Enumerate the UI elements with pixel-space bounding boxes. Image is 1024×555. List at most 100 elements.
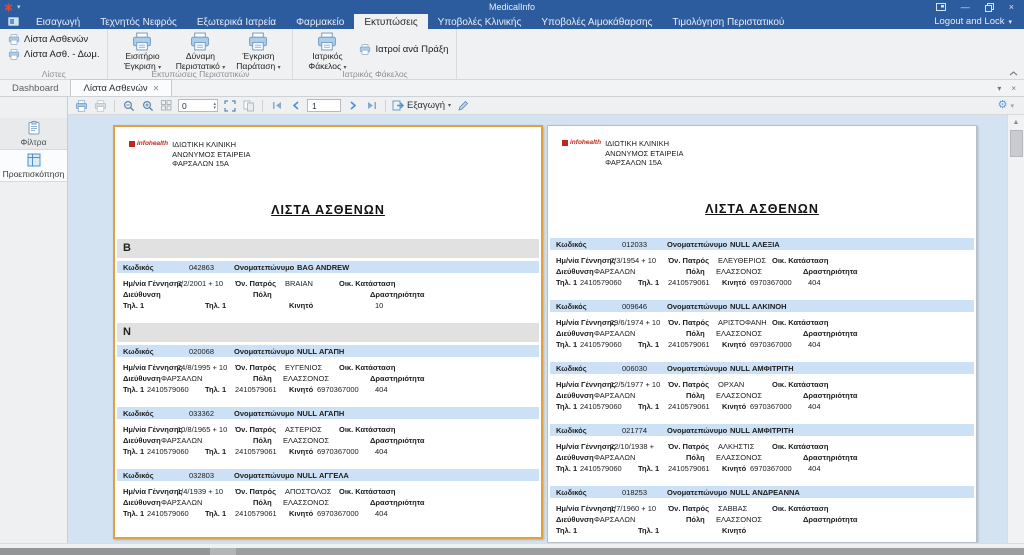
father-label: Όν. Πατρός: [668, 442, 709, 451]
collapse-ribbon-icon[interactable]: [1009, 71, 1018, 76]
zoom-out-button[interactable]: [121, 99, 136, 113]
address-value: ΦΑΡΣΑΛΩΝ: [594, 515, 635, 524]
restore-icon[interactable]: [985, 3, 994, 12]
zoom-grid-icon[interactable]: [159, 99, 174, 113]
name-label: Ονοματεπώνυμο: [234, 471, 294, 480]
style-icon[interactable]: [936, 3, 946, 11]
extension-approval-button[interactable]: Έγκριση Παράταση ▾: [232, 32, 284, 73]
tel1-label: Τηλ. 1: [205, 509, 226, 518]
group-label-lists: Λίστες: [0, 69, 107, 79]
record-row: ΔιεύθυνσηΦΑΡΣΑΛΩΝΠόληΕΛΑΣΣΟΝΟΣΔραστηριότ…: [117, 496, 539, 507]
address-value: ΦΑΡΣΑΛΩΝ: [594, 329, 635, 338]
menu-tab-1[interactable]: Τεχνητός Νεφρός: [90, 14, 187, 29]
first-page-button[interactable]: [269, 99, 284, 113]
code-value: 018253: [622, 488, 647, 497]
page-number-input[interactable]: 1: [307, 99, 341, 112]
father-value: ΣΑΒΒΑΣ: [718, 504, 747, 513]
address-value: ΦΑΡΣΑΛΩΝ: [594, 267, 635, 276]
record-row: Τηλ. 12410579060Τηλ. 12410579061Κινητό69…: [550, 462, 974, 474]
vertical-scrollbar[interactable]: ▲: [1007, 115, 1024, 543]
name-value: NULL ΑΜΦΙΤΡΙΤΗ: [730, 364, 794, 373]
minimize-icon[interactable]: —: [961, 3, 970, 12]
record-row: ΔιεύθυνσηΦΑΡΣΑΛΩΝΠόληΕΛΑΣΣΟΝΟΣΔραστηριότ…: [550, 265, 974, 276]
file-menu-icon[interactable]: [0, 14, 26, 29]
record-row: Ημ/νία Γέννησης1/7/1960 + 10Όν. ΠατρόςΣΑ…: [550, 502, 974, 513]
report-page-1[interactable]: infohealth ΙΔΙΩΤΙΚΗ ΚΛΙΝΙΚΗ ΑΝΩΝΥΜΟΣ ΕΤΑ…: [113, 125, 543, 539]
previous-page-button[interactable]: [288, 99, 303, 113]
toolbar-separator: [385, 100, 386, 112]
settings-gear-icon[interactable]: ⚙: [998, 100, 1008, 111]
zoom-percent-input[interactable]: 0 ▴▾: [178, 99, 218, 112]
export-button[interactable]: Εξαγωγή ▾: [392, 100, 451, 111]
mobile-label: Κινητό: [722, 526, 746, 535]
section-letter-bar: N: [117, 323, 539, 342]
record-header-row: Κωδικός012033ΟνοματεπώνυμοNULL ΑΛΕΞΙΑ: [550, 238, 974, 250]
medical-file-button[interactable]: Ιατρικός Φάκελος ▾: [301, 32, 353, 73]
close-icon[interactable]: ×: [1009, 3, 1014, 12]
logout-button[interactable]: Logout and Lock ▾: [934, 14, 1024, 29]
sidebar-item-preview[interactable]: Προεπισκόπηση: [0, 150, 67, 182]
printer-icon: [189, 32, 211, 51]
last-page-button[interactable]: [364, 99, 379, 113]
activity-value: 404: [808, 278, 821, 287]
settings-caret-icon[interactable]: ▾: [1010, 102, 1014, 110]
export-icon: [392, 100, 404, 111]
patient-record: Κωδικός021774ΟνοματεπώνυμοNULL ΑΜΦΙΤΡΙΤΗ…: [550, 424, 974, 474]
record-header-row: Κωδικός020068ΟνοματεπώνυμοNULL ΑΓΑΠΗ: [117, 345, 539, 357]
case-force-line1: Δύναμη: [186, 52, 215, 61]
tel1-label: Τηλ. 1: [205, 385, 226, 394]
clinic-line: ΑΝΩΝΥΜΟΣ ΕΤΑΙΡΕΙΑ: [605, 149, 683, 159]
quick-print-button[interactable]: [93, 99, 108, 113]
tab-close-icon[interactable]: ✕: [153, 84, 160, 93]
tel1-label: Τηλ. 1: [638, 278, 659, 287]
sidebar-item-filters[interactable]: Φίλτρα: [0, 118, 67, 150]
report-page-2[interactable]: infohealth ΙΔΙΩΤΙΚΗ ΚΛΙΝΙΚΗ ΑΝΩΝΥΜΟΣ ΕΤΑ…: [547, 125, 977, 543]
menu-tab-0[interactable]: Εισαγωγή: [26, 14, 90, 29]
name-label: Ονοματεπώνυμο: [667, 302, 727, 311]
code-label: Κωδικός: [123, 471, 154, 480]
menu-tab-2[interactable]: Εξωτερικά Ιατρεία: [187, 14, 286, 29]
address-label: Διεύθυνση: [123, 290, 161, 299]
menu-tab-4[interactable]: Εκτυπώσεις: [354, 14, 427, 29]
name-label: Ονοματεπώνυμο: [667, 240, 727, 249]
case-force-button[interactable]: Δύναμη Περιστατικό ▾: [174, 32, 226, 73]
patient-room-list-button[interactable]: Λίστα Ασθ. - Δωμ.: [8, 49, 99, 60]
menu-tab-7[interactable]: Τιμολόγηση Περιστατικού: [662, 14, 794, 29]
tab-dashboard-label: Dashboard: [12, 83, 58, 94]
city-value: ΕΛΑΣΣΟΝΟΣ: [716, 453, 762, 462]
name-value: NULL ΑΝΔΡΕΑΝΝΑ: [730, 488, 800, 497]
record-row: ΔιεύθυνσηΦΑΡΣΑΛΩΝΠόληΕΛΑΣΣΟΝΟΣΔραστηριότ…: [550, 513, 974, 524]
menu-tab-6[interactable]: Υποβολές Αιμοκάθαρσης: [531, 14, 662, 29]
fit-page-button[interactable]: [222, 99, 237, 113]
dob-value: 24/8/1995 + 10: [177, 363, 227, 372]
next-page-button[interactable]: [345, 99, 360, 113]
record-row: ΔιεύθυνσηΦΑΡΣΑΛΩΝΠόληΕΛΑΣΣΟΝΟΣΔραστηριότ…: [117, 372, 539, 383]
zoom-in-button[interactable]: [140, 99, 155, 113]
edit-button[interactable]: [455, 99, 470, 113]
activity-value: 404: [375, 447, 388, 456]
title-bar: ▾ MedicalInfo — ×: [0, 0, 1024, 14]
city-value: ΕΛΑΣΣΟΝΟΣ: [283, 374, 329, 383]
printer-icon: [131, 32, 153, 51]
activity-value: 404: [808, 464, 821, 473]
scroll-up-icon[interactable]: ▲: [1009, 115, 1024, 130]
infohealth-logo-icon: [562, 140, 568, 146]
tab-list-dropdown-icon[interactable]: ▾: [997, 85, 1001, 93]
father-value: ΑΠΟΣΤΟΛΟΣ: [285, 487, 331, 496]
tab-bar-close-icon[interactable]: ×: [1011, 85, 1016, 93]
print-button[interactable]: [74, 99, 89, 113]
tab-patient-list[interactable]: Λίστα Ασθενών ✕: [70, 79, 172, 96]
scrollbar-thumb[interactable]: [1010, 130, 1023, 157]
father-label: Όν. Πατρός: [235, 279, 276, 288]
doctors-per-act-button[interactable]: Ιατροί ανά Πράξη: [359, 44, 448, 55]
tab-dashboard[interactable]: Dashboard: [0, 81, 70, 96]
patient-list-button[interactable]: Λίστα Ασθενών: [8, 34, 99, 45]
spin-down-icon[interactable]: ▾: [213, 106, 216, 110]
menu-tab-3[interactable]: Φαρμακείο: [286, 14, 354, 29]
menu-tab-5[interactable]: Υποβολές Κλινικής: [428, 14, 532, 29]
tel1-label: Τηλ. 1: [638, 402, 659, 411]
multi-page-button[interactable]: [241, 99, 256, 113]
address-label: Διεύθυνση: [123, 374, 161, 383]
father-value: ΕΛΕΥΘΕΡΙΟΣ: [718, 256, 766, 265]
admission-approval-button[interactable]: Εισιτήριο Έγκριση ▾: [116, 32, 168, 73]
